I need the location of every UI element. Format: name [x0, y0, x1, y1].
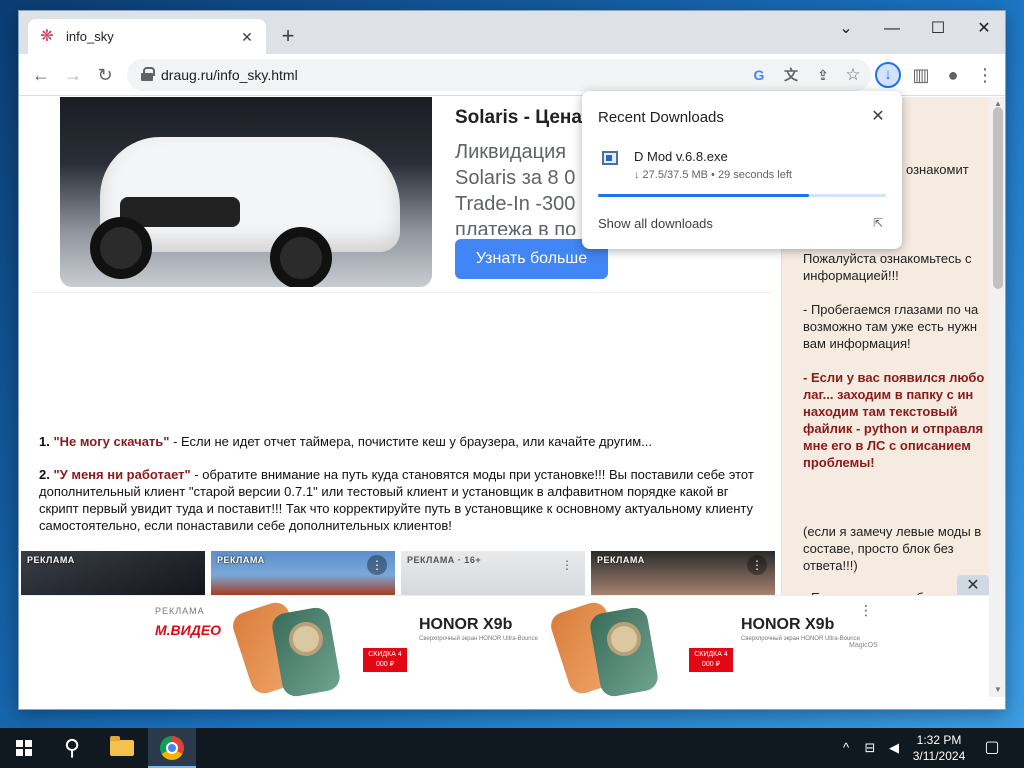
sidebar-text: (если я замечу левые моды в составе, про…	[803, 524, 982, 573]
car-ad-image[interactable]	[60, 97, 432, 287]
maximize-button[interactable]: ☐	[915, 15, 961, 43]
os-label: MagicOS	[849, 642, 878, 649]
close-window-button[interactable]: ✕	[961, 15, 1005, 43]
side-panel-icon[interactable]: ▥	[907, 61, 935, 89]
discount-badge: СКИДКА 4 000 ₽	[363, 648, 407, 672]
bookmark-star-icon[interactable]: ☆	[843, 65, 863, 85]
camera-ring-shape	[289, 622, 323, 656]
faq-content: 1. "Не могу скачать" - Если не идет отче…	[39, 433, 769, 550]
search-icon[interactable]: ⚲	[48, 728, 96, 768]
scroll-thumb[interactable]	[993, 107, 1003, 289]
ad-headline[interactable]: Solaris - Цена	[455, 107, 582, 129]
notification-icon[interactable]: ▢	[982, 738, 1002, 758]
ad-label: РЕКЛАМА · 16+	[407, 555, 482, 565]
exe-file-icon	[602, 151, 618, 165]
chrome-icon	[160, 736, 184, 760]
discount-badge: СКИДКА 4 000 ₽	[689, 648, 733, 672]
faq-item-1: 1. "Не могу скачать" - Если не идет отче…	[39, 433, 769, 450]
ad-label: РЕКЛАМА	[217, 555, 265, 565]
file-explorer-button[interactable]	[98, 728, 146, 768]
back-button[interactable]: ←	[27, 61, 55, 89]
download-progress-fill	[598, 194, 810, 197]
downloads-popup: Recent Downloads ✕ D Mod v.6.8.exe ↓ 27.…	[582, 91, 902, 249]
minimize-button[interactable]: —	[869, 15, 915, 43]
address-bar[interactable]: draug.ru/info_sky.html G 文 ⇪ ☆	[127, 59, 871, 91]
ad-label: РЕКЛАМА	[597, 555, 645, 565]
car-wheel-shape	[90, 217, 152, 279]
volume-icon[interactable]: ◀	[884, 738, 904, 758]
new-tab-button[interactable]: +	[275, 24, 301, 50]
lock-icon[interactable]	[141, 67, 155, 81]
phone-image	[229, 599, 371, 697]
url-text[interactable]: draug.ru/info_sky.html	[161, 59, 298, 91]
faq-num: 2.	[39, 467, 50, 482]
clock-date: 3/11/2024	[912, 749, 966, 763]
downloads-title: Recent Downloads	[598, 109, 724, 126]
car-wheel-shape	[270, 227, 332, 287]
faq-item-2: 2. "У меня ни работает" - обратите внима…	[39, 466, 769, 534]
chrome-taskbar-button[interactable]	[148, 728, 196, 768]
tab-search-button[interactable]: ⌄	[823, 15, 869, 43]
tab-strip: ❋ info_sky ✕ + ⌄ — ☐ ✕	[19, 11, 1005, 54]
open-external-icon[interactable]: ⇱	[870, 215, 886, 231]
clock-time: 1:32 PM	[916, 733, 962, 747]
tab-title: info_sky	[66, 29, 114, 44]
close-icon[interactable]: ✕	[957, 575, 989, 597]
folder-icon	[110, 736, 134, 756]
browser-window: ❋ info_sky ✕ + ⌄ — ☐ ✕ ← → ↻ draug.ru/in…	[18, 10, 1006, 710]
more-options-icon[interactable]: ⋮	[859, 602, 873, 619]
bottom-banner-ad[interactable]: РЕКЛАМА М.ВИДЕО СКИДКА 4 000 ₽ HONOR X9b…	[19, 595, 989, 697]
product-subtitle: Сверхпрочный экран HONOR Ultra-Bounce	[741, 636, 860, 642]
forward-button[interactable]: →	[59, 61, 87, 89]
download-icon[interactable]: ↓	[875, 62, 901, 88]
browser-toolbar: ← → ↻ draug.ru/info_sky.html G 文 ⇪ ☆ ↓ ▥…	[19, 54, 1005, 96]
more-options-icon[interactable]: ⋮	[367, 555, 387, 575]
network-icon[interactable]: ⊟	[860, 738, 880, 758]
faq-question: "Не могу скачать"	[53, 434, 170, 449]
show-all-downloads-link[interactable]: Show all downloads	[598, 216, 713, 231]
sidebar-warning: - Если у вас появился любо лаг... заходи…	[803, 370, 985, 470]
ad-description: Ликвидация Solaris за 8 0 Trade-In -300 …	[455, 141, 577, 235]
camera-ring-shape	[607, 622, 641, 656]
product-subtitle: Сверхпрочный экран HONOR Ultra-Bounce	[419, 636, 538, 642]
close-icon[interactable]: ✕	[868, 107, 888, 127]
vertical-scrollbar[interactable]: ▲ ▼	[989, 97, 1005, 697]
more-options-icon[interactable]: ⋮	[557, 555, 577, 575]
tab-info-sky[interactable]: ❋ info_sky ✕	[28, 19, 266, 54]
translate-icon[interactable]: 文	[781, 65, 801, 85]
phone-image	[547, 599, 689, 697]
share-icon[interactable]: ⇪	[813, 65, 833, 85]
profile-icon[interactable]: ●	[939, 61, 967, 89]
menu-icon[interactable]: ⋮	[971, 61, 999, 89]
faq-answer: - Если не идет отчет таймера, почистите …	[169, 434, 652, 449]
download-progress-bar	[598, 194, 886, 197]
tab-close-icon[interactable]: ✕	[238, 28, 256, 46]
ad-label: РЕКЛАМА	[27, 555, 75, 565]
download-filename[interactable]: D Mod v.6.8.exe	[634, 149, 728, 164]
scroll-down-arrow[interactable]: ▼	[993, 685, 1003, 695]
download-status: ↓ 27.5/37.5 MB • 29 seconds left	[634, 169, 792, 181]
chevron-up-icon[interactable]: ^	[838, 738, 854, 758]
product-title: HONOR X9b	[741, 616, 835, 633]
google-lens-icon[interactable]: G	[749, 65, 769, 85]
favicon-icon: ❋	[40, 27, 54, 45]
brand-logo: М.ВИДЕО	[155, 622, 222, 638]
taskbar: ⚲ ^ ⊟ ◀ 1:32 PM 3/11/2024 ▢	[0, 728, 1024, 768]
sidebar-text: ознакомит	[906, 162, 969, 177]
start-button[interactable]	[0, 728, 48, 768]
clock[interactable]: 1:32 PM 3/11/2024	[904, 732, 974, 764]
more-options-icon[interactable]: ⋮	[747, 555, 767, 575]
product-title: HONOR X9b	[419, 616, 513, 633]
sidebar-text: - Пробегаемся глазами по ча возможно там…	[803, 302, 979, 351]
reload-button[interactable]: ↻	[91, 61, 119, 89]
faq-num: 1.	[39, 434, 50, 449]
faq-question: "У меня ни работает"	[53, 467, 191, 482]
windows-logo-icon	[16, 740, 32, 756]
ad-label: РЕКЛАМА	[155, 606, 205, 616]
